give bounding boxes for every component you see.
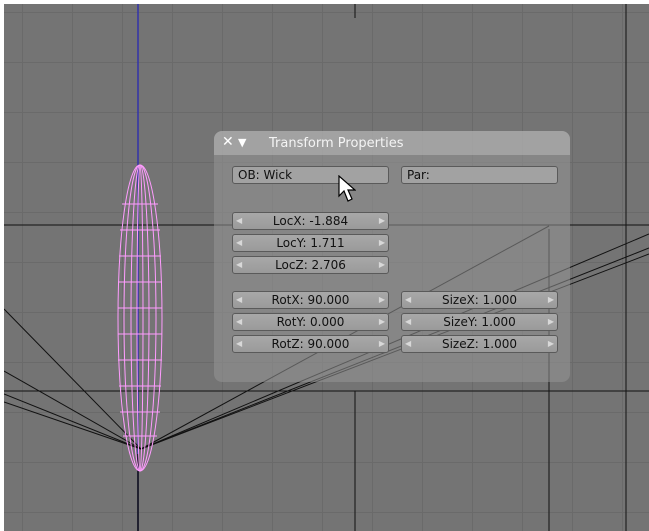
arrow-left-icon[interactable]: ◀ bbox=[236, 257, 242, 273]
mouse-pointer-icon bbox=[338, 175, 356, 202]
arrow-left-icon[interactable]: ◀ bbox=[405, 314, 411, 330]
loc-z-field[interactable]: ◀ LocZ: 2.706 ▶ bbox=[232, 256, 389, 274]
arrow-right-icon[interactable]: ▶ bbox=[379, 292, 385, 308]
rot-y-field[interactable]: ◀ RotY: 0.000 ▶ bbox=[232, 313, 389, 331]
arrow-left-icon[interactable]: ◀ bbox=[405, 292, 411, 308]
loc-x-label: LocX: -1.884 bbox=[272, 214, 349, 228]
panel-title: Transform Properties bbox=[269, 136, 404, 151]
parent-field[interactable]: Par: bbox=[401, 166, 558, 184]
arrow-right-icon[interactable]: ▶ bbox=[379, 213, 385, 229]
rot-z-label: RotZ: 90.000 bbox=[271, 337, 350, 351]
arrow-right-icon[interactable]: ▶ bbox=[379, 235, 385, 251]
triangle-down-icon[interactable]: ▼ bbox=[238, 135, 246, 151]
rot-z-field[interactable]: ◀ RotZ: 90.000 ▶ bbox=[232, 335, 389, 353]
arrow-left-icon[interactable]: ◀ bbox=[236, 314, 242, 330]
arrow-left-icon[interactable]: ◀ bbox=[236, 213, 242, 229]
rot-x-label: RotX: 90.000 bbox=[271, 293, 350, 307]
loc-y-label: LocY: 1.711 bbox=[276, 236, 345, 250]
size-z-field[interactable]: ◀ SizeZ: 1.000 ▶ bbox=[401, 335, 558, 353]
object-name-field[interactable]: OB: Wick bbox=[232, 166, 389, 184]
arrow-right-icon[interactable]: ▶ bbox=[548, 336, 554, 352]
loc-z-label: LocZ: 2.706 bbox=[275, 258, 346, 272]
size-y-field[interactable]: ◀ SizeY: 1.000 ▶ bbox=[401, 313, 558, 331]
arrow-left-icon[interactable]: ◀ bbox=[236, 235, 242, 251]
loc-y-field[interactable]: ◀ LocY: 1.711 ▶ bbox=[232, 234, 389, 252]
transform-properties-panel: ✕ ▼ Transform Properties OB: Wick Par: ◀… bbox=[214, 131, 570, 382]
arrow-right-icon[interactable]: ▶ bbox=[379, 336, 385, 352]
arrow-left-icon[interactable]: ◀ bbox=[405, 336, 411, 352]
close-icon[interactable]: ✕ bbox=[222, 134, 234, 150]
wick-mesh bbox=[117, 164, 163, 472]
panel-header[interactable]: ✕ ▼ Transform Properties bbox=[214, 131, 570, 155]
size-x-label: SizeX: 1.000 bbox=[441, 293, 518, 307]
3d-viewport[interactable]: ✕ ▼ Transform Properties OB: Wick Par: ◀… bbox=[4, 4, 649, 531]
arrow-right-icon[interactable]: ▶ bbox=[379, 257, 385, 273]
size-y-label: SizeY: 1.000 bbox=[443, 315, 516, 329]
rot-y-label: RotY: 0.000 bbox=[276, 315, 345, 329]
size-z-label: SizeZ: 1.000 bbox=[441, 337, 518, 351]
loc-x-field[interactable]: ◀ LocX: -1.884 ▶ bbox=[232, 212, 389, 230]
arrow-right-icon[interactable]: ▶ bbox=[548, 314, 554, 330]
rot-x-field[interactable]: ◀ RotX: 90.000 ▶ bbox=[232, 291, 389, 309]
arrow-left-icon[interactable]: ◀ bbox=[236, 336, 242, 352]
arrow-left-icon[interactable]: ◀ bbox=[236, 292, 242, 308]
arrow-right-icon[interactable]: ▶ bbox=[379, 314, 385, 330]
size-x-field[interactable]: ◀ SizeX: 1.000 ▶ bbox=[401, 291, 558, 309]
arrow-right-icon[interactable]: ▶ bbox=[548, 292, 554, 308]
